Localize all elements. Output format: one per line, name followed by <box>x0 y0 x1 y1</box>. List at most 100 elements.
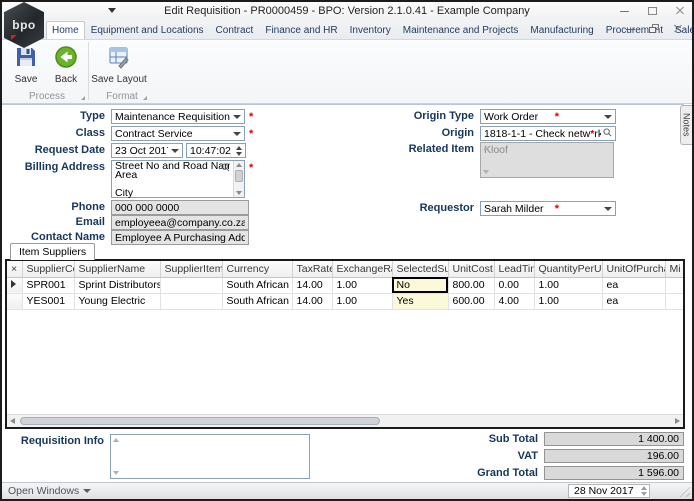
request-time-spinner[interactable]: 10:47:02 AM <box>186 143 246 158</box>
back-button[interactable]: Back <box>46 42 86 85</box>
column-header-quantityperuop[interactable]: QuantityPerUOP <box>534 261 603 278</box>
mdi-minimize-button[interactable] <box>624 23 636 35</box>
grid-horizontal-scrollbar[interactable] <box>7 414 683 427</box>
column-header-unitofpurchase[interactable]: UnitOfPurchase <box>602 261 666 278</box>
cell[interactable]: SPR001 <box>22 277 75 294</box>
cell[interactable]: Sprint Distributors Local <box>74 277 161 294</box>
cell[interactable]: 800.00 <box>448 277 495 294</box>
origin-lookup-field[interactable]: 1818-1-1 - Check netw*rk require... <box>480 126 616 141</box>
type-dropdown[interactable]: Maintenance Requisition <box>111 109 245 124</box>
column-header-taxrate[interactable]: TaxRate <box>292 261 333 278</box>
save-button[interactable]: Save <box>6 42 46 85</box>
format-dialog-launcher-icon[interactable] <box>143 96 147 100</box>
class-dropdown[interactable]: Contract Service <box>111 126 245 141</box>
delete-column-header[interactable]: × <box>7 261 23 278</box>
request-date-picker[interactable]: 23 Oct 2017 <box>111 143 183 158</box>
notes-side-tab[interactable]: Notes <box>680 105 692 145</box>
item-suppliers-panel: Item Suppliers × SupplierCode SupplierNa… <box>5 243 685 429</box>
cell[interactable]: 1.00 <box>534 293 603 310</box>
cell[interactable]: 1.00 <box>332 277 393 294</box>
billing-address-scrollbar[interactable] <box>233 161 244 197</box>
chevron-down-icon[interactable] <box>171 148 179 153</box>
cell[interactable]: Young Electric <box>74 293 161 310</box>
column-header-exchangerate[interactable]: ExchangeRate <box>332 261 393 278</box>
column-header-leadtime[interactable]: LeadTime <box>494 261 535 278</box>
tab-manufacturing[interactable]: Manufacturing <box>524 21 599 39</box>
minimize-button[interactable] <box>618 5 630 17</box>
column-header-selectedsupplier[interactable]: SelectedSupplier <box>392 261 449 278</box>
tab-maintenance-and-projects[interactable]: Maintenance and Projects <box>397 21 525 39</box>
search-icon[interactable] <box>603 127 612 140</box>
tab-finance-and-hr[interactable]: Finance and HR <box>259 21 343 39</box>
cell[interactable] <box>665 277 683 294</box>
scroll-up-icon[interactable] <box>113 438 119 442</box>
tab-item-suppliers[interactable]: Item Suppliers <box>10 243 96 260</box>
close-button[interactable] <box>674 5 686 17</box>
phone-value: 000 000 0000 <box>115 201 180 214</box>
chevron-down-icon[interactable] <box>233 131 241 136</box>
billing-address-field[interactable]: Street No and Road Name Area City <box>111 160 245 198</box>
cell[interactable]: 4.00 <box>494 293 535 310</box>
chevron-down-icon[interactable] <box>604 114 612 119</box>
cell[interactable]: 1.00 <box>534 277 603 294</box>
cell[interactable]: 14.00 <box>292 293 333 310</box>
column-header-suppliername[interactable]: SupplierName <box>74 261 161 278</box>
table-row[interactable]: SPR001 Sprint Distributors Local South A… <box>7 277 683 294</box>
email-label: Email <box>75 216 105 228</box>
cell[interactable]: 14.00 <box>292 277 333 294</box>
scrollbar-thumb[interactable] <box>235 170 243 182</box>
column-header-supplieritemcode[interactable]: SupplierItemCode <box>160 261 223 278</box>
required-marker: * <box>554 111 559 123</box>
cell-selected-supplier[interactable]: No <box>392 277 449 294</box>
scroll-right-icon[interactable] <box>675 418 680 424</box>
time-spinner-icon[interactable] <box>236 145 242 156</box>
tab-contract[interactable]: Contract <box>210 21 260 39</box>
scrollbar-thumb[interactable] <box>20 417 380 425</box>
scroll-up-icon[interactable] <box>236 163 242 167</box>
scroll-left-icon[interactable] <box>10 418 15 424</box>
cell-selected-supplier[interactable]: Yes <box>392 293 449 310</box>
requestor-dropdown[interactable]: Sarah Milder * <box>480 201 616 216</box>
contact-name-value: Employee A Purchasing Address <box>115 231 245 244</box>
chevron-down-icon[interactable] <box>604 206 612 211</box>
cell[interactable]: South African Rand <box>222 277 293 294</box>
cell[interactable]: ea <box>602 293 666 310</box>
cell[interactable]: 0.00 <box>494 277 535 294</box>
origin-type-dropdown[interactable]: Work Order * <box>480 109 616 124</box>
cell[interactable]: South African Rand <box>222 293 293 310</box>
requisition-info-field[interactable] <box>110 434 310 479</box>
tab-inventory[interactable]: Inventory <box>344 21 397 39</box>
quick-access-dropdown-icon[interactable] <box>108 8 116 13</box>
open-windows-button[interactable]: Open Windows <box>8 485 92 497</box>
save-button-label: Save <box>14 74 38 85</box>
column-header-unitcost[interactable]: UnitCost <box>448 261 495 278</box>
maximize-button[interactable] <box>646 5 658 17</box>
cell[interactable]: YES001 <box>22 293 75 310</box>
column-header-truncated[interactable]: Mi <box>665 261 683 278</box>
cell[interactable]: ea <box>602 277 666 294</box>
cell[interactable]: 1.00 <box>332 293 393 310</box>
notes-tab-label: Notes <box>681 113 692 137</box>
column-header-currency[interactable]: Currency <box>222 261 293 278</box>
table-row[interactable]: YES001 Young Electric South African Rand… <box>7 293 683 310</box>
cell[interactable] <box>665 293 683 310</box>
mdi-restore-button[interactable] <box>648 23 660 35</box>
tab-home[interactable]: Home <box>46 21 85 39</box>
process-dialog-launcher-icon[interactable] <box>81 96 85 100</box>
save-layout-button[interactable]: Save Layout <box>91 42 147 85</box>
save-layout-icon <box>107 45 131 72</box>
status-date-field[interactable]: 28 Nov 2017 <box>568 484 650 498</box>
ribbon-group-format: Format <box>94 89 150 103</box>
resize-grip[interactable] <box>677 484 690 497</box>
search-icon[interactable] <box>221 163 230 174</box>
scroll-down-icon[interactable] <box>236 191 242 195</box>
scroll-down-icon[interactable] <box>113 471 119 475</box>
chevron-down-icon[interactable] <box>233 114 241 119</box>
cell[interactable]: 600.00 <box>448 293 495 310</box>
tab-equipment-and-locations[interactable]: Equipment and Locations <box>85 21 210 39</box>
mdi-close-button[interactable] <box>672 23 684 35</box>
cell[interactable] <box>160 277 223 294</box>
column-header-suppliercode[interactable]: SupplierCode <box>22 261 75 278</box>
date-spinner-icon[interactable] <box>641 486 647 496</box>
cell[interactable] <box>160 293 223 310</box>
